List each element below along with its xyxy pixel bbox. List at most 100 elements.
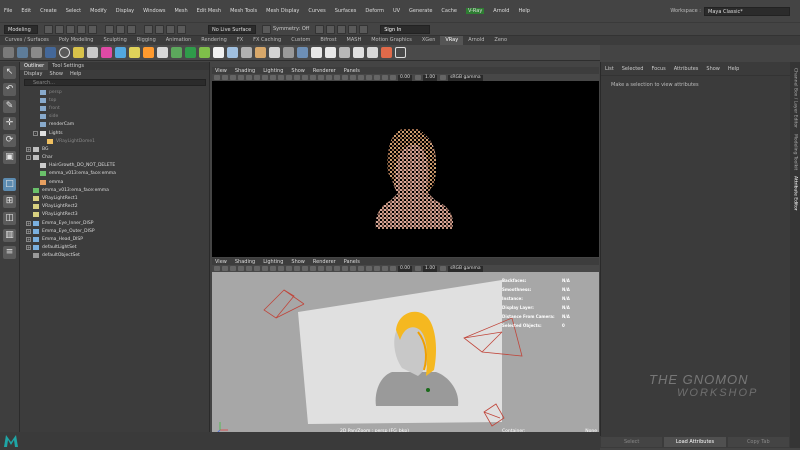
xray-icon[interactable] [366,266,372,271]
outliner-item[interactable]: emma_v013:ema_face:emma [26,186,209,194]
shadows-icon[interactable] [326,75,332,80]
xray-icon[interactable] [366,75,372,80]
perspective-viewport[interactable]: View Shading Lighting Show Renderer Pane… [212,258,599,438]
vray-ipr-icon[interactable] [31,47,42,58]
outliner-item[interactable]: VRayLightRect2 [26,203,209,211]
menu-show[interactable]: Show [291,68,305,74]
menu-item-help[interactable]: Help [518,8,529,14]
exposure-icon[interactable] [390,75,396,80]
colorspace-dropdown[interactable]: sRGB gamma [448,74,483,81]
mode-dropdown[interactable]: Modeling [4,24,38,34]
camera-lock-icon[interactable] [222,266,228,271]
two-view-layout-icon[interactable]: ◫ [3,212,16,225]
menu-renderer[interactable]: Renderer [313,68,336,74]
outliner-item[interactable]: - Lights [26,129,209,137]
lights-icon[interactable] [318,75,324,80]
textured-icon[interactable] [310,75,316,80]
persp-outliner-layout-icon[interactable]: ▥ [3,229,16,242]
smooth-shade-icon[interactable] [302,75,308,80]
render-view-icon[interactable] [315,24,325,34]
outliner-menu-help[interactable]: Help [70,71,81,77]
shelf-tab-motion-graphics[interactable]: Motion Graphics [366,36,417,45]
xray-joints-icon[interactable] [374,266,380,271]
live-surface-field[interactable]: No Live Surface [208,24,256,34]
aa-icon[interactable] [350,75,356,80]
vray-material-icon[interactable] [101,47,112,58]
shelf-tab-zeno[interactable]: Zeno [489,36,512,45]
image-plane-icon[interactable] [238,266,244,271]
outliner-search-input[interactable]: Search... [24,79,206,86]
outliner-item[interactable]: front [26,104,209,112]
side-tab-channel-box[interactable]: Channel Box / Layer Editor [793,68,798,128]
select-button[interactable]: Select [601,437,663,447]
outliner-item[interactable]: + Emma_Eye_Outer_DISP [26,227,209,235]
side-tab-attribute-editor[interactable]: Attribute Editor [793,176,798,211]
shelf-tab-custom[interactable]: Custom [286,36,315,45]
vray-plane-icon[interactable] [199,47,210,58]
menu-item-mesh-display[interactable]: Mesh Display [266,8,299,14]
motion-blur-icon[interactable] [342,266,348,271]
vray-water-icon[interactable] [339,47,350,58]
vray-sky-icon[interactable] [157,47,168,58]
render-viewport[interactable]: View Shading Lighting Show Renderer Pane… [212,67,599,257]
ae-menu-selected[interactable]: Selected [622,66,644,72]
color-management-icon[interactable] [440,266,447,271]
colorspace-dropdown-2[interactable]: sRGB gamma [448,265,483,272]
menu-lighting[interactable]: Lighting [263,68,283,74]
ipr-render-icon[interactable] [337,24,347,34]
outliner-item[interactable]: + Emma_Eye_Inner_DISP [26,219,209,227]
vray-object-props-icon[interactable] [255,47,266,58]
shelf-tab-curves-surfaces[interactable]: Curves / Surfaces [0,36,54,45]
vray-sphere-icon[interactable] [297,47,308,58]
copy-tab-button[interactable]: Copy Tab [727,437,789,447]
vray-logo-icon[interactable] [59,47,70,58]
vray-fur-icon[interactable] [185,47,196,58]
open-scene-icon[interactable] [55,24,64,34]
menu-panels[interactable]: Panels [344,68,360,74]
vray-render-icon[interactable] [17,47,28,58]
outliner-item[interactable]: + BG [26,145,209,153]
menu-item-mesh[interactable]: Mesh [174,8,187,14]
menu-lighting-2[interactable]: Lighting [263,259,283,265]
xray-joints-icon[interactable] [374,75,380,80]
ao-icon[interactable] [334,75,340,80]
outliner-item[interactable]: HairGrowth_DO_NOT_DELETE [26,162,209,170]
workspace-dropdown[interactable]: Maya Classic* [704,6,790,16]
perspective-scene[interactable]: Backfaces: N/A Smoothness: N/A Instance: N/A D… [212,272,599,438]
expand-icon[interactable]: + [26,146,31,152]
menu-view-2[interactable]: View [215,259,227,265]
wireframe-icon[interactable] [294,266,300,271]
menu-item-edit[interactable]: Edit [21,8,31,14]
snap-curve-icon[interactable] [155,24,164,34]
menu-item-generate[interactable]: Generate [409,8,432,14]
vray-options-icon[interactable] [395,47,406,58]
aa-icon[interactable] [350,266,356,271]
shelf-tab-animation[interactable]: Animation [161,36,197,45]
outliner-layout-icon[interactable]: ≡ [3,246,16,259]
xray-components-icon[interactable] [382,75,388,80]
menu-item-windows[interactable]: Windows [143,8,165,14]
vray-frame-buffer-icon[interactable] [45,47,56,58]
menu-renderer-2[interactable]: Renderer [313,259,336,265]
menu-item-display[interactable]: Display [116,8,134,14]
vray-cloud-icon[interactable] [311,47,322,58]
outliner-item[interactable]: + Emma_Head_DISP [26,235,209,243]
bookmark-icon[interactable] [230,75,236,80]
outliner-item[interactable]: top [26,96,209,104]
menu-item-file[interactable]: File [4,8,12,14]
outliner-item[interactable]: side [26,113,209,121]
outliner-item[interactable]: VRayLightRect1 [26,194,209,202]
exposure-field[interactable]: 0.00 [398,74,413,81]
gamma-icon[interactable] [415,266,422,271]
isolate-icon[interactable] [358,75,364,80]
single-perspective-layout-icon[interactable]: □ [3,178,16,191]
vray-sun-icon[interactable] [143,47,154,58]
select-tool-icon[interactable]: ↖ [3,66,16,79]
new-scene-icon[interactable] [44,24,53,34]
vray-fire-icon[interactable] [381,47,392,58]
menu-item-select[interactable]: Select [66,8,81,14]
ae-menu-focus[interactable]: Focus [651,66,665,72]
field-chart-icon[interactable] [278,266,284,271]
outliner-item[interactable]: emma_v013:ema_face:emma [26,170,209,178]
camera-select-icon[interactable] [214,75,220,80]
